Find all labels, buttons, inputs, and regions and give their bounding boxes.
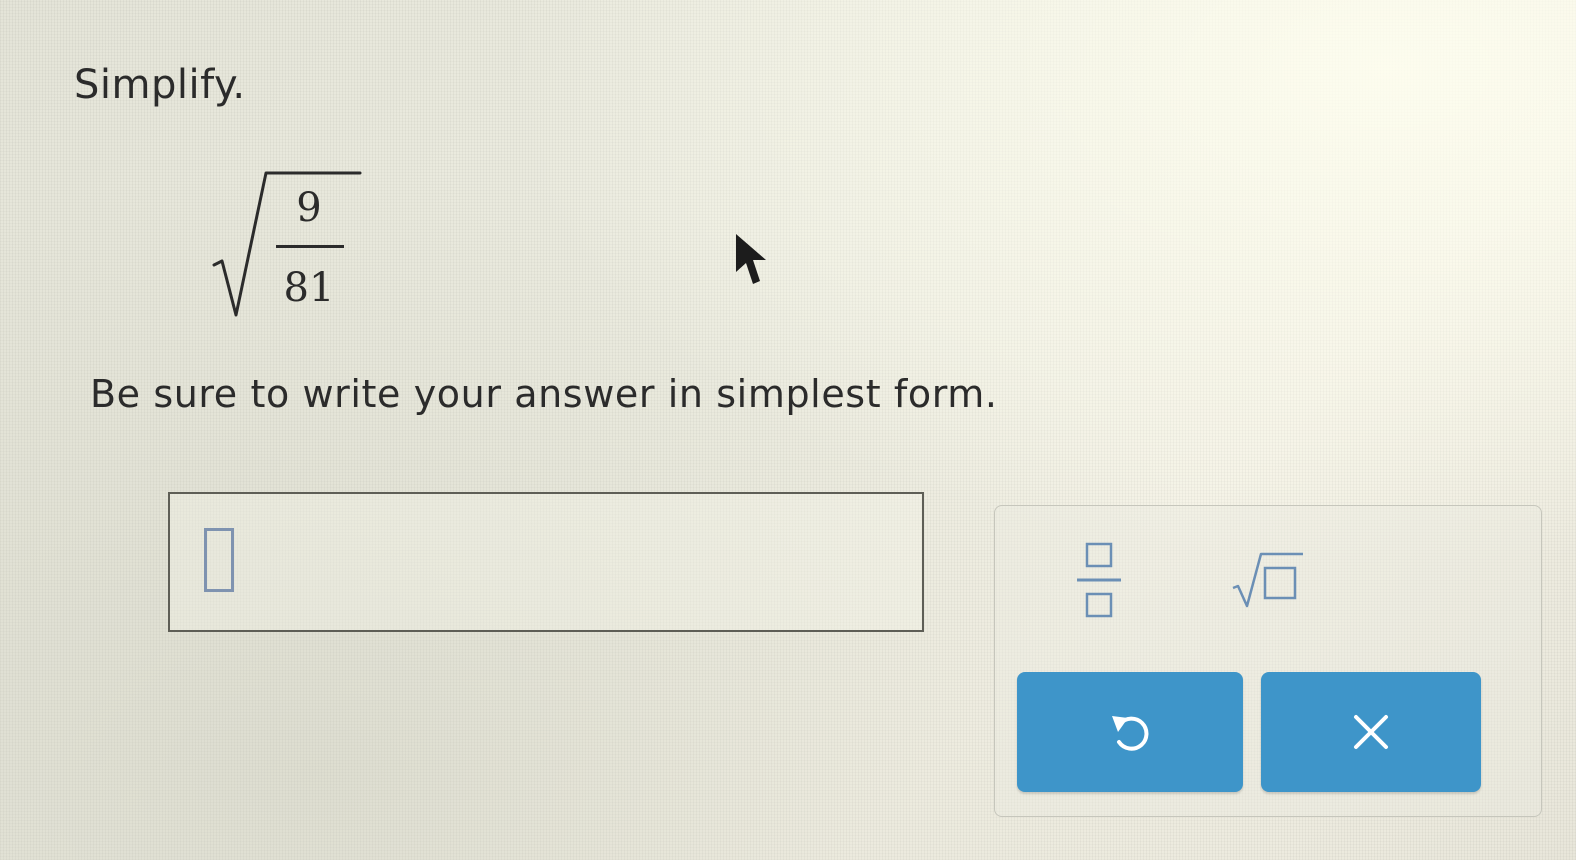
fraction-numerator: 9 [296, 185, 322, 231]
answer-input[interactable] [168, 492, 924, 632]
math-keypad [994, 505, 1542, 817]
fraction-bar [276, 245, 344, 248]
undo-icon [1112, 716, 1149, 751]
mouse-pointer-icon [736, 234, 766, 284]
close-icon [1354, 715, 1388, 749]
square-root-template-icon [1232, 552, 1303, 608]
input-placeholder-box[interactable] [204, 528, 234, 592]
square-root-template-button[interactable] [1227, 544, 1307, 614]
undo-button[interactable] [1017, 672, 1243, 792]
fraction-template-icon [1077, 542, 1121, 618]
fraction-denominator: 81 [283, 265, 335, 311]
clear-button[interactable] [1261, 672, 1481, 792]
fraction-template-button[interactable] [1071, 536, 1127, 626]
instruction-note: Be sure to write your answer in simplest… [90, 372, 998, 416]
radical-expression: 9 81 [212, 165, 362, 325]
instruction-text: Simplify. [74, 62, 246, 108]
